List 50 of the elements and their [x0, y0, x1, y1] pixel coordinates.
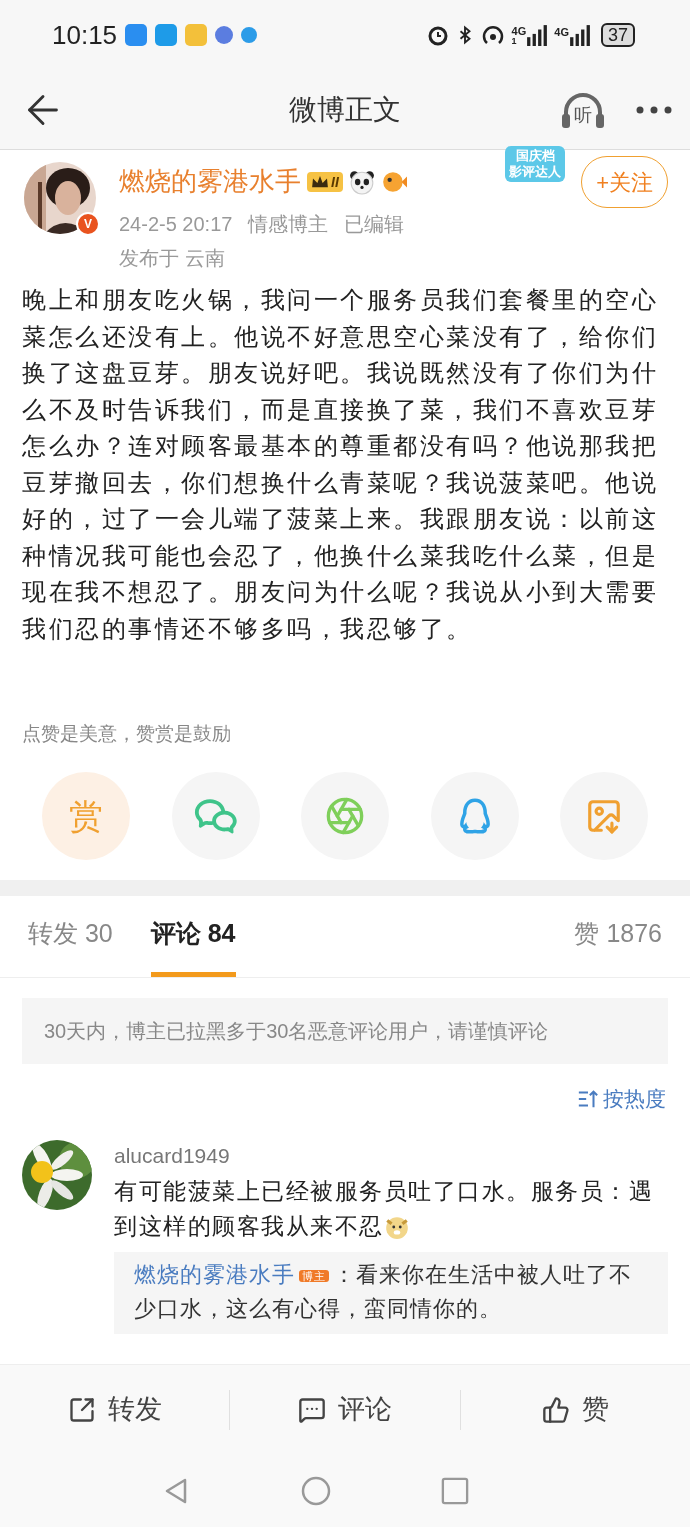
panda-icon: [348, 168, 375, 195]
recents-nav-button[interactable]: [441, 1476, 469, 1505]
clock: 10:15: [52, 18, 118, 52]
listen-button[interactable]: 听: [560, 89, 606, 130]
chat-app-icon: [155, 24, 178, 46]
verified-badge: V: [76, 212, 100, 236]
author-tag: 博主: [299, 1269, 329, 1282]
commenter-name[interactable]: alucard1949: [114, 1140, 668, 1172]
notice-banner: 30天内，博主已拉黑多于30名恶意评论用户，请谨慎评论: [22, 998, 668, 1064]
weibo-app-icon: [185, 24, 208, 46]
sort-button[interactable]: 按热度: [577, 1083, 666, 1115]
author-name[interactable]: 燃烧的雾港水手: [119, 162, 301, 201]
share-icon: [67, 1395, 96, 1424]
dog-face-icon: [383, 1214, 410, 1241]
post-meta: 情感博主: [248, 212, 329, 237]
battery-indicator: 37: [600, 23, 635, 47]
repost-button[interactable]: 转发: [0, 1389, 230, 1430]
image-download-icon: [585, 797, 623, 835]
page-title: 微博正文: [289, 92, 401, 127]
comment-icon: [298, 1395, 326, 1424]
signal-icon: [526, 24, 549, 46]
sticker-text: 影评达人: [509, 164, 561, 180]
home-nav-button[interactable]: [301, 1475, 331, 1506]
comment-button[interactable]: 评论: [230, 1389, 460, 1430]
member-badge: II: [307, 171, 343, 192]
music-app-icon: [215, 26, 234, 44]
post-location: 发布于 云南: [119, 246, 226, 271]
thumbs-up-icon: [541, 1395, 570, 1424]
comment-text: 有可能菠菜上已经被服务员吐了口水。服务员：遇到这样的顾客我从来不忍: [114, 1176, 654, 1243]
network-label: 4G: [554, 25, 569, 40]
sim-label: 1: [511, 36, 518, 46]
reply-author[interactable]: 燃烧的雾港水手: [134, 1261, 295, 1287]
reward-tip: 点赞是美意，赞赏是鼓励: [22, 723, 231, 744]
sticker-text: 国庆档: [515, 148, 555, 164]
post-text: 晚上和朋友吃火锅，我问一个服务员我们套餐里的空心菜怎么还没有上。他说不好意思空心菜没有了，给你们换了这盘豆芽。朋友说好吧。我说既然没有了你们为什么不及时告诉我们，而是直接换了菜，我们不喜欢豆芽怎么办？连对顾客最基本的尊重都没有吗？他说那我把豆芽撤回去，你们想换什么青菜呢？我说菠菜吧。他说好的，过了一会儿端了菠菜上来。我跟朋友说：以前这种情况我可能也会忍了，他换什么菜我吃什么菜，但是现在我不想忍了。朋友问为什么呢？我说从小到大需要我们忍的事情还不够多吗，我忍够了。: [21, 285, 659, 644]
post-meta: 已编辑: [344, 212, 405, 237]
sort-icon: [577, 1088, 599, 1110]
like-button[interactable]: 赞: [460, 1389, 690, 1430]
post-meta: 24-2-5 20:17: [119, 212, 233, 237]
reply-text: 燃烧的雾港水手 博主 ：看来你在生活中被人吐了不少口水，这么有心得，蛮同情你的。: [134, 1260, 633, 1323]
browser-app-icon: [241, 27, 258, 43]
more-icon: [636, 105, 672, 114]
aperture-icon: [325, 796, 365, 836]
tab[interactable]: 评论 84: [150, 895, 236, 977]
network-label: 4G: [511, 26, 527, 36]
more-button[interactable]: [636, 105, 672, 114]
follow-button[interactable]: +关注: [581, 156, 668, 208]
signal-icon: [568, 24, 591, 46]
tab[interactable]: 赞 1876: [574, 895, 662, 977]
tab[interactable]: 转发 30: [28, 895, 113, 977]
